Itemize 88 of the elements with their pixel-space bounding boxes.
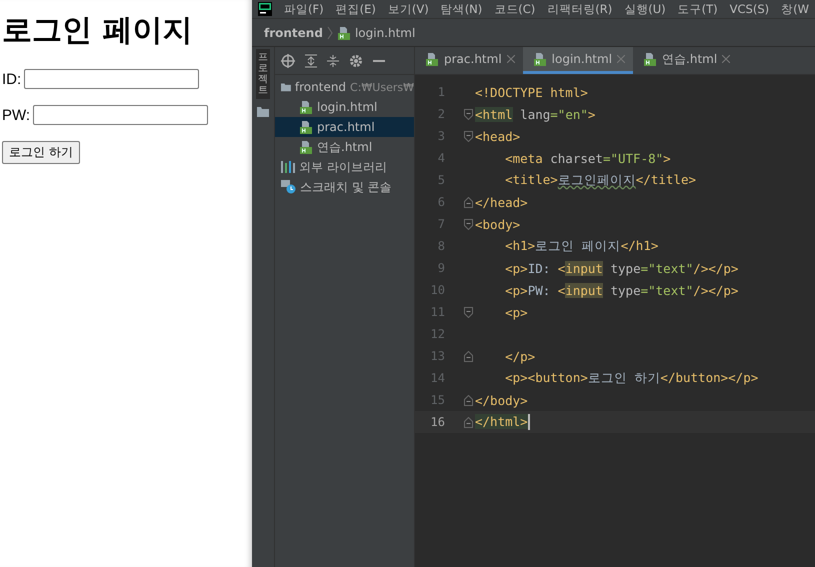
code-line: <html lang="en"> bbox=[475, 106, 596, 122]
line-number: 11 bbox=[430, 305, 446, 319]
app-logo-icon bbox=[258, 2, 272, 16]
input-field[interactable] bbox=[24, 69, 200, 89]
menu-item[interactable]: 실행(U) bbox=[624, 2, 666, 16]
breadcrumb-item[interactable]: login.html bbox=[354, 26, 416, 40]
scratch-console-icon bbox=[281, 180, 296, 194]
html-file-icon bbox=[299, 100, 313, 114]
code-line: <h1>로그인 페이지</h1> bbox=[504, 238, 658, 254]
code-line: </head> bbox=[475, 194, 528, 210]
code-line: <meta charset="UTF-8"> bbox=[504, 150, 671, 166]
line-number: 3 bbox=[436, 129, 446, 143]
line-number: 7 bbox=[436, 217, 446, 231]
expand-all-icon[interactable] bbox=[305, 54, 317, 68]
line-number: 2 bbox=[436, 107, 446, 121]
html-file-icon bbox=[643, 52, 658, 66]
menu-item[interactable]: 코드(C) bbox=[494, 2, 536, 16]
line-number: 13 bbox=[430, 349, 446, 363]
menu-item[interactable]: 창(W bbox=[781, 2, 809, 16]
line-number: 14 bbox=[430, 371, 446, 385]
html-file-icon bbox=[299, 120, 313, 134]
line-number: 10 bbox=[430, 283, 446, 297]
page-heading: 로그인 페이지 bbox=[2, 12, 194, 50]
chevron-icon bbox=[326, 26, 333, 40]
menu-item[interactable]: 탐색(N) bbox=[440, 2, 482, 16]
code-line: <p>ID: <input type="text"/></p> bbox=[504, 260, 738, 276]
tree-item[interactable]: 외부 라이브러리 bbox=[275, 157, 414, 177]
html-file-icon bbox=[425, 52, 439, 66]
project-tool-tab[interactable]: 프로젝트 bbox=[256, 49, 270, 99]
menu-item[interactable]: 도구(T) bbox=[678, 2, 718, 16]
close-icon[interactable] bbox=[722, 55, 730, 63]
code-line: <p>PW: <input type="text"/></p> bbox=[504, 282, 738, 298]
fold-icon[interactable] bbox=[464, 350, 472, 362]
fold-icon[interactable] bbox=[464, 108, 472, 120]
editor-tab[interactable]: login.html bbox=[522, 47, 634, 74]
folder-icon bbox=[281, 81, 291, 93]
fold-icon[interactable] bbox=[464, 306, 472, 318]
fold-icon[interactable] bbox=[464, 218, 472, 230]
minimize-icon[interactable] bbox=[373, 60, 385, 62]
code-line: <head> bbox=[475, 128, 520, 144]
locate-icon[interactable] bbox=[281, 54, 295, 68]
tree-item[interactable]: prac.html bbox=[275, 117, 414, 137]
menu-item[interactable]: VCS(S) bbox=[730, 2, 770, 16]
menu-item[interactable]: 편집(E) bbox=[336, 2, 376, 16]
code-line: <title>로그인페이지</title> bbox=[504, 172, 696, 188]
library-icon bbox=[281, 161, 295, 173]
code-line: <p> bbox=[504, 304, 528, 320]
close-icon[interactable] bbox=[506, 55, 515, 63]
code-line: </body> bbox=[475, 392, 528, 408]
code-line: </p> bbox=[504, 348, 536, 364]
fold-icon[interactable] bbox=[464, 196, 472, 208]
line-number: 4 bbox=[436, 151, 446, 165]
editor-tab[interactable]: 연습.html bbox=[633, 47, 738, 74]
fold-icon[interactable] bbox=[464, 416, 472, 428]
code-line: <p><button>로그인 하기</button></p> bbox=[504, 370, 758, 386]
collapse-all-icon[interactable] bbox=[327, 54, 339, 68]
menu-item[interactable]: 리팩터링(R) bbox=[547, 2, 612, 16]
breadcrumb-item[interactable]: frontend bbox=[264, 26, 323, 40]
folder-icon[interactable] bbox=[257, 107, 269, 117]
code-line: <!DOCTYPE html> bbox=[475, 84, 588, 100]
menu-item[interactable]: 파일(F) bbox=[284, 2, 324, 16]
html-file-icon bbox=[532, 52, 547, 66]
code-line: <body> bbox=[475, 216, 520, 232]
editor-tab[interactable]: prac.html bbox=[415, 47, 523, 74]
field-label: ID: bbox=[2, 70, 22, 88]
tree-item[interactable]: frontend C:₩Users₩ bbox=[275, 77, 414, 97]
line-number: 5 bbox=[436, 173, 446, 187]
fold-icon[interactable] bbox=[464, 130, 472, 142]
line-number: 9 bbox=[436, 261, 446, 275]
line-number: 16 bbox=[430, 415, 446, 429]
input-field[interactable] bbox=[33, 105, 208, 125]
field-label: PW: bbox=[2, 106, 30, 124]
text-caret bbox=[528, 414, 530, 430]
html-file-icon bbox=[299, 140, 313, 154]
line-number: 8 bbox=[436, 239, 446, 253]
settings-icon[interactable] bbox=[349, 54, 363, 68]
tree-item[interactable]: login.html bbox=[275, 97, 414, 117]
line-number: 6 bbox=[436, 195, 446, 209]
folder-path: C:₩Users₩ bbox=[350, 80, 414, 94]
login-button[interactable]: 로그인 하기 bbox=[2, 141, 80, 164]
line-number: 12 bbox=[430, 327, 446, 341]
tree-item[interactable]: 스크래치 및 콘솔 bbox=[275, 177, 414, 197]
fold-icon[interactable] bbox=[464, 394, 472, 406]
html-file-icon bbox=[336, 26, 351, 40]
menu-item[interactable]: 보기(V) bbox=[388, 2, 429, 16]
tree-item[interactable]: 연습.html bbox=[275, 137, 414, 157]
line-number: 1 bbox=[436, 85, 446, 99]
line-number: 15 bbox=[430, 393, 446, 407]
